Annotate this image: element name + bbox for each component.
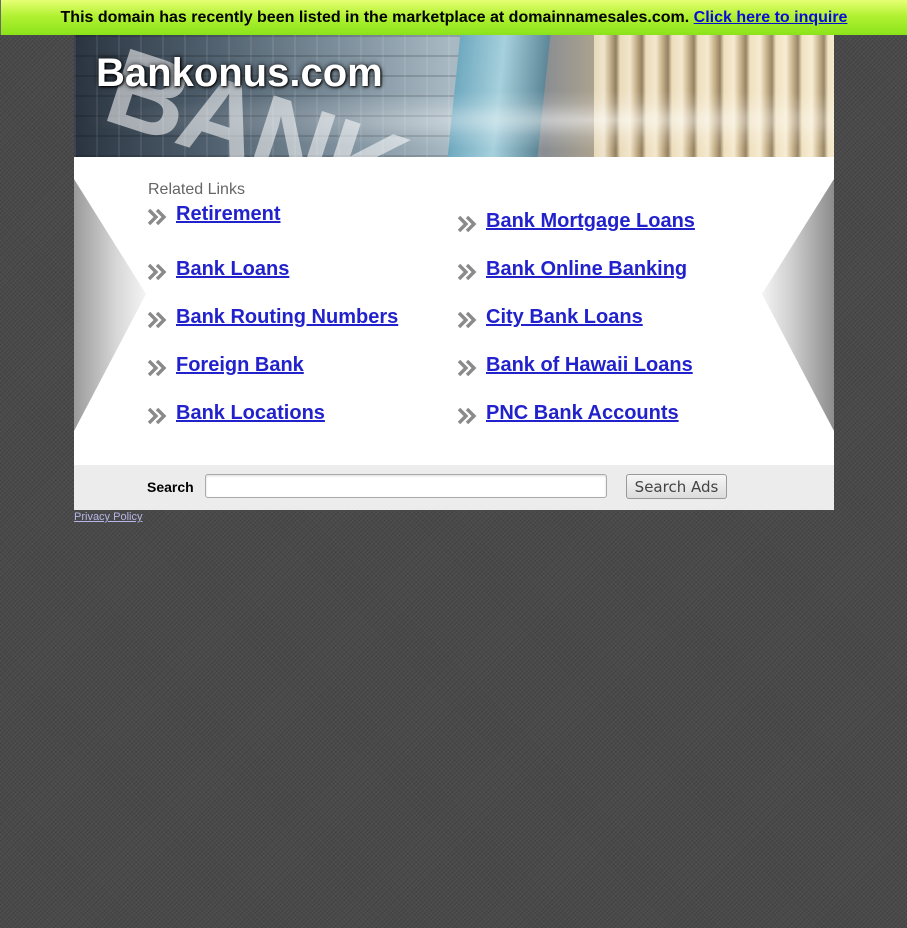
link-item-retirement: Retirement — [176, 203, 280, 226]
right-arrow-decoration — [762, 179, 834, 431]
link-item-bank-online-banking: Bank Online Banking — [486, 258, 687, 281]
chevron-right-icon — [457, 215, 477, 233]
header-banner: BANK Bankonus.com — [74, 35, 834, 157]
related-link[interactable]: Retirement — [176, 203, 280, 225]
related-link[interactable]: Bank Locations — [176, 402, 325, 424]
related-link[interactable]: PNC Bank Accounts — [486, 402, 679, 424]
related-link[interactable]: Bank Loans — [176, 258, 289, 280]
search-ads-button[interactable]: Search Ads — [626, 474, 727, 499]
chevron-right-icon — [457, 311, 477, 329]
chevron-right-icon — [147, 407, 167, 425]
search-input[interactable] — [205, 474, 607, 498]
link-item-pnc-bank-accounts: PNC Bank Accounts — [486, 402, 679, 425]
related-links-panel: Related Links Retirement Bank Loans Bank… — [74, 157, 834, 465]
chevron-right-icon — [147, 208, 167, 226]
related-link[interactable]: Foreign Bank — [176, 354, 304, 376]
notice-text: This domain has recently been listed in … — [60, 9, 690, 26]
privacy-policy-link[interactable]: Privacy Policy — [74, 511, 142, 523]
chevron-right-icon — [457, 263, 477, 281]
search-bar: Search Search Ads — [74, 465, 834, 510]
link-item-foreign-bank: Foreign Bank — [176, 354, 304, 377]
chevron-right-icon — [457, 359, 477, 377]
inquire-link[interactable]: Click here to inquire — [694, 9, 848, 26]
chevron-right-icon — [147, 311, 167, 329]
related-links-heading: Related Links — [148, 181, 245, 198]
left-arrow-decoration — [74, 179, 146, 431]
link-item-bank-routing-numbers: Bank Routing Numbers — [176, 306, 398, 329]
search-label: Search — [147, 479, 194, 495]
related-link[interactable]: Bank Mortgage Loans — [486, 210, 695, 232]
page-container: BANK Bankonus.com — [74, 35, 834, 523]
link-item-bank-locations: Bank Locations — [176, 402, 325, 425]
related-link[interactable]: Bank of Hawaii Loans — [486, 354, 693, 376]
related-link[interactable]: Bank Routing Numbers — [176, 306, 398, 328]
related-link[interactable]: City Bank Loans — [486, 306, 643, 328]
chevron-right-icon — [147, 263, 167, 281]
chevron-right-icon — [147, 359, 167, 377]
banner-light-sweep — [74, 90, 834, 150]
chevron-right-icon — [457, 407, 477, 425]
link-item-bank-loans: Bank Loans — [176, 258, 289, 281]
link-item-city-bank-loans: City Bank Loans — [486, 306, 643, 329]
link-item-bank-of-hawaii-loans: Bank of Hawaii Loans — [486, 354, 693, 377]
site-title: Bankonus.com — [96, 51, 383, 95]
link-item-bank-mortgage-loans: Bank Mortgage Loans — [486, 210, 695, 233]
related-link[interactable]: Bank Online Banking — [486, 258, 687, 280]
footer: Privacy Policy — [74, 511, 142, 523]
marketplace-notice-bar: This domain has recently been listed in … — [0, 0, 907, 35]
